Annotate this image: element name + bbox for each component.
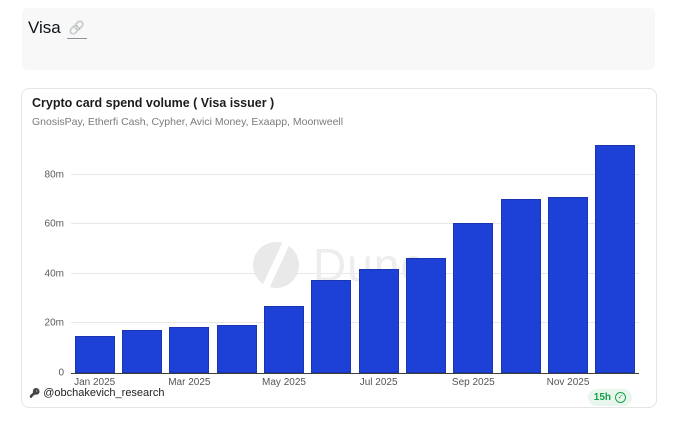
bar-jul-2025[interactable] [359,269,399,373]
key-icon: 🔑 [29,388,40,399]
bar-sep-2025[interactable] [453,223,493,373]
y-tick-80m: 80m [45,169,64,180]
chart-title: Crypto card spend volume ( Visa issuer ) [32,96,274,110]
check-circle-icon: ✓ [615,392,626,403]
bar-dec-2025[interactable] [595,145,635,373]
chart-subtitle: GnosisPay, Etherfi Cash, Cypher, Avici M… [32,116,343,128]
x-tick-may-2025: May 2025 [262,377,306,388]
chart-card: Crypto card spend volume ( Visa issuer )… [21,88,657,408]
x-tick-jul-2025: Jul 2025 [360,377,398,388]
dune-logo-icon [253,242,299,288]
bar-feb-2025[interactable] [122,330,162,373]
bar-nov-2025[interactable] [548,197,588,373]
page-header: Visa 🔗 [22,8,655,70]
gridline-80m [71,174,639,175]
title-link[interactable]: 🔗 [67,19,87,39]
x-tick-sep-2025: Sep 2025 [452,377,495,388]
bar-oct-2025[interactable] [501,199,541,373]
y-tick-0: 0 [58,368,64,379]
bar-jan-2025[interactable] [75,336,115,373]
page-title: Visa [28,18,61,38]
bar-jun-2025[interactable] [311,280,351,373]
bar-mar-2025[interactable] [169,327,209,373]
y-tick-40m: 40m [45,268,64,279]
x-tick-mar-2025: Mar 2025 [168,377,210,388]
bar-apr-2025[interactable] [217,325,257,373]
x-tick-nov-2025: Nov 2025 [547,377,590,388]
time-badge[interactable]: 15h ✓ [588,389,632,406]
y-tick-60m: 60m [45,219,64,230]
author-handle[interactable]: 🔑 @obchakevich_research [29,387,164,399]
time-badge-text: 15h [594,392,611,403]
bar-may-2025[interactable] [264,306,304,373]
y-tick-20m: 20m [45,318,64,329]
x-axis-line [71,373,639,375]
link-icon: 🔗 [69,20,85,35]
author-handle-text: @obchakevich_research [43,387,164,399]
bar-aug-2025[interactable] [406,258,446,373]
plot-area: Dune 020m40m60m80mJan 2025Mar 2025May 20… [71,141,639,373]
